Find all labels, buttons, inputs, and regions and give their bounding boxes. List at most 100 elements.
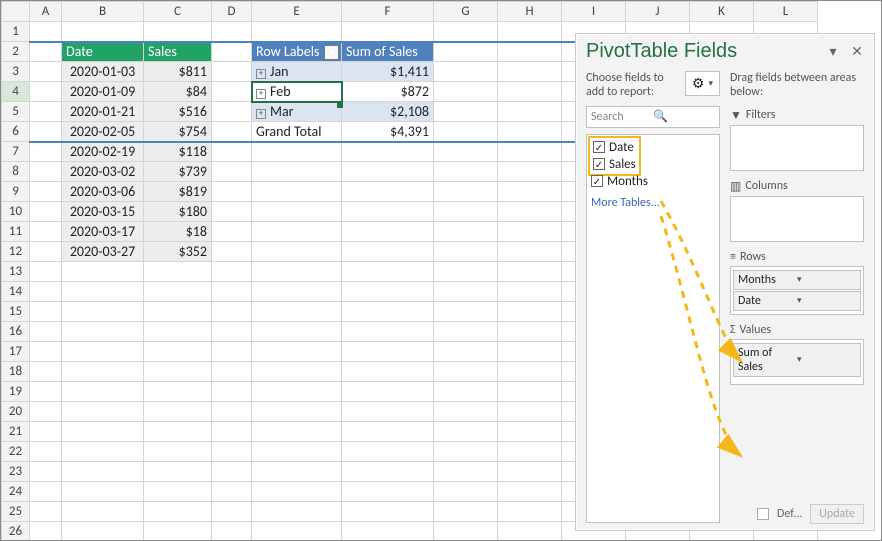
row-header[interactable]: 11 [2,222,30,242]
col-header-K[interactable]: K [690,2,754,22]
data-cell[interactable]: $118 [144,142,212,162]
data-cell[interactable]: $18 [144,222,212,242]
field-months[interactable]: ✓Months [591,173,715,190]
more-tables-link[interactable]: More Tables... [591,196,715,210]
data-header-date[interactable]: Date [62,42,144,62]
row-header[interactable]: 14 [2,282,30,302]
data-cell[interactable]: $739 [144,162,212,182]
row-header[interactable]: 20 [2,402,30,422]
rows-drop-zone[interactable]: Months▾ Date▾ [730,266,864,315]
pivot-value[interactable]: $872 [342,82,434,102]
pivot-filter-dropdown[interactable]: ▼ [324,45,339,60]
filters-drop-zone[interactable] [730,125,864,171]
expand-icon[interactable]: + [256,109,266,119]
row-header[interactable]: 13 [2,262,30,282]
data-cell[interactable]: 2020-01-03 [62,62,144,82]
data-cell[interactable]: 2020-03-02 [62,162,144,182]
search-input[interactable]: Search🔍 [586,106,720,128]
pivot-row-selected[interactable]: +Feb [252,82,342,102]
row-header[interactable]: 15 [2,302,30,322]
col-header-G[interactable]: G [434,2,498,22]
drag-fields-label: Drag fields between areas below: [730,71,864,100]
field-date[interactable]: ✓Date [593,139,636,156]
row-header[interactable]: 8 [2,162,30,182]
data-cell[interactable]: $516 [144,102,212,122]
data-cell[interactable]: $180 [144,202,212,222]
checkbox-checked-icon[interactable]: ✓ [591,175,603,187]
data-cell[interactable]: 2020-01-21 [62,102,144,122]
data-cell[interactable]: $819 [144,182,212,202]
col-header-C[interactable]: C [144,2,212,22]
data-cell[interactable]: 2020-01-09 [62,82,144,102]
row-header[interactable]: 18 [2,362,30,382]
data-cell[interactable]: $352 [144,242,212,262]
data-cell[interactable]: $811 [144,62,212,82]
select-all-corner[interactable] [2,2,30,22]
row-header[interactable]: 16 [2,322,30,342]
data-cell[interactable]: 2020-02-05 [62,122,144,142]
row-header[interactable]: 9 [2,182,30,202]
pivot-value[interactable]: $2,108 [342,102,434,122]
data-cell[interactable]: 2020-03-15 [62,202,144,222]
col-header-J[interactable]: J [626,2,690,22]
defer-checkbox[interactable] [757,508,769,520]
pivot-row[interactable]: +Jan [252,62,342,82]
column-header-row[interactable]: A B C D E F G H I J K L [2,2,818,22]
data-cell[interactable]: 2020-03-27 [62,242,144,262]
data-header-sales[interactable]: Sales [144,42,212,62]
col-header-A[interactable]: A [30,2,62,22]
checkbox-checked-icon[interactable]: ✓ [593,158,605,170]
row-header[interactable]: 3 [2,62,30,82]
choose-fields-label: Choose fields to add to report: [586,71,679,100]
row-header[interactable]: 10 [2,202,30,222]
row-header[interactable]: 1 [2,22,30,42]
data-cell[interactable]: $754 [144,122,212,142]
pivot-row-labels-header[interactable]: Row Labels▼ [252,42,342,62]
pane-options-dropdown[interactable]: ▾ [824,43,842,61]
pivot-grand-total-label[interactable]: Grand Total [252,122,342,142]
row-header[interactable]: 26 [2,522,30,541]
defer-label: Def… [777,507,802,521]
row-header[interactable]: 24 [2,482,30,502]
col-header-E[interactable]: E [252,2,342,22]
data-cell[interactable]: 2020-03-17 [62,222,144,242]
close-icon[interactable]: ✕ [848,43,866,61]
checkbox-checked-icon[interactable]: ✓ [593,141,605,153]
col-header-F[interactable]: F [342,2,434,22]
row-header[interactable]: 21 [2,422,30,442]
expand-icon[interactable]: + [256,69,266,79]
row-header[interactable]: 23 [2,462,30,482]
expand-icon[interactable]: + [256,89,266,99]
row-header[interactable]: 7 [2,142,30,162]
columns-drop-zone[interactable] [730,196,864,242]
col-header-L[interactable]: L [754,2,818,22]
row-header[interactable]: 12 [2,242,30,262]
col-header-D[interactable]: D [212,2,252,22]
row-header[interactable]: 17 [2,342,30,362]
row-header[interactable]: 6 [2,122,30,142]
col-header-B[interactable]: B [62,2,144,22]
row-header[interactable]: 25 [2,502,30,522]
data-cell[interactable]: $84 [144,82,212,102]
row-header[interactable]: 2 [2,42,30,62]
data-cell[interactable]: 2020-03-06 [62,182,144,202]
pivot-grand-total-value[interactable]: $4,391 [342,122,434,142]
pivot-row[interactable]: +Mar [252,102,342,122]
field-sales[interactable]: ✓Sales [593,156,636,173]
col-header-H[interactable]: H [498,2,562,22]
pivot-value[interactable]: $1,411 [342,62,434,82]
update-button[interactable]: Update [810,504,864,524]
col-header-I[interactable]: I [562,2,626,22]
field-list[interactable]: ✓Date ✓Sales ✓Months More Tables... [586,134,720,523]
row-header[interactable]: 19 [2,382,30,402]
values-drop-zone[interactable]: Sum of Sales▾ [730,339,864,385]
values-pill-sum[interactable]: Sum of Sales▾ [733,343,861,377]
row-header[interactable]: 4 [2,82,30,102]
row-header[interactable]: 22 [2,442,30,462]
fill-handle[interactable] [337,102,343,108]
data-cell[interactable]: 2020-02-19 [62,142,144,162]
rows-pill-date[interactable]: Date▾ [733,291,861,311]
rows-pill-months[interactable]: Months▾ [733,270,861,290]
row-header[interactable]: 5 [2,102,30,122]
field-layout-button[interactable]: ⚙▾ [685,71,720,96]
